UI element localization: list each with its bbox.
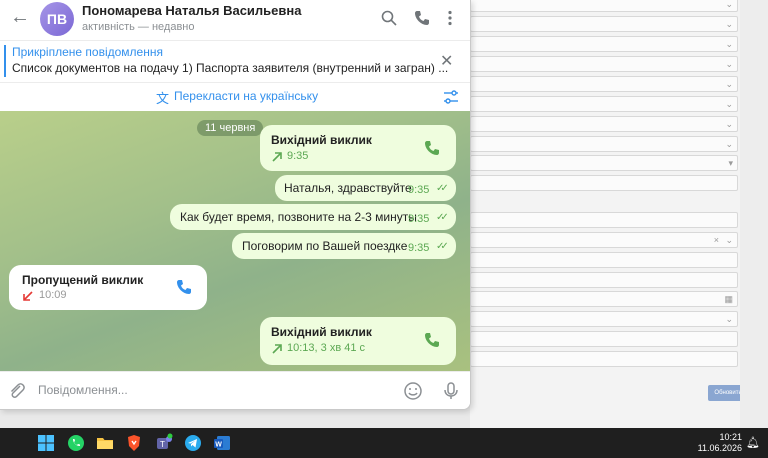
- call-bubble[interactable]: Пропущений виклик 10:09: [9, 265, 207, 310]
- pinned-text: Список документов на подачу 1) Паспорта …: [12, 61, 449, 75]
- message-text: Поговорим по Вашей поездке: [242, 239, 408, 253]
- form-field[interactable]: ⌄: [470, 16, 738, 32]
- form-field[interactable]: [470, 331, 738, 347]
- system-clock[interactable]: 10:21 11.06.2026: [698, 432, 742, 454]
- call-title: Пропущений виклик: [22, 273, 144, 287]
- form-field[interactable]: [470, 175, 738, 191]
- clock-time: 10:21: [719, 432, 742, 442]
- pinned-indicator: [4, 45, 6, 77]
- message-bubble[interactable]: Поговорим по Вашей поездке 9:35 ✓✓: [232, 233, 456, 259]
- call-title: Вихідний виклик: [271, 133, 372, 147]
- call-icon[interactable]: [413, 9, 431, 27]
- contact-status: активність — недавно: [82, 21, 195, 33]
- notification-bell-icon[interactable]: 🔔︎: [746, 436, 760, 449]
- page-scrollbar[interactable]: [740, 0, 768, 428]
- translate-bar: 文 Перекласти на українську: [0, 82, 470, 111]
- call-title: Вихідний виклик: [271, 325, 372, 339]
- whatsapp-icon[interactable]: [66, 433, 86, 453]
- form-field[interactable]: ⌄: [470, 96, 738, 112]
- form-field[interactable]: ⌄: [470, 116, 738, 132]
- search-icon[interactable]: [380, 9, 398, 27]
- form-field[interactable]: ▦: [470, 291, 738, 307]
- message-time: 9:35: [408, 242, 430, 254]
- form-field[interactable]: × ⌄: [470, 232, 738, 248]
- message-text: Наталья, здравствуйте: [284, 181, 412, 195]
- form-field[interactable]: ⌄: [470, 0, 738, 12]
- form-field[interactable]: ⌄: [470, 36, 738, 52]
- back-arrow-icon[interactable]: ←: [10, 7, 30, 28]
- form-field[interactable]: ⌄: [470, 136, 738, 152]
- message-list[interactable]: 11 червня Вихідний виклик 9:35 Наталья, …: [0, 111, 470, 371]
- form-field[interactable]: ⌄: [470, 76, 738, 92]
- pinned-message[interactable]: Прикріплене повідомлення Список документ…: [0, 40, 470, 83]
- read-checks-icon: ✓✓: [436, 241, 449, 252]
- form-field[interactable]: [470, 212, 738, 228]
- date-chip: 11 червня: [197, 120, 264, 136]
- microphone-icon[interactable]: [441, 381, 461, 401]
- call-bubble[interactable]: Вихідний виклик 9:35: [260, 125, 456, 171]
- emoji-icon[interactable]: [403, 381, 423, 401]
- avatar[interactable]: ПВ: [40, 2, 74, 36]
- phone-icon[interactable]: [423, 139, 441, 157]
- call-meta: 10:13, 3 хв 41 с: [287, 342, 366, 354]
- call-meta: 9:35: [287, 150, 309, 162]
- phone-icon[interactable]: [175, 278, 193, 296]
- message-composer: Повідомлення...: [0, 371, 470, 409]
- missed-call-arrow-icon: [23, 291, 33, 301]
- telegram-icon[interactable]: [183, 433, 203, 453]
- telegram-chat-window: ← ПВ Пономарева Наталья Васильевна актив…: [0, 0, 471, 410]
- read-checks-icon: ✓✓: [436, 212, 449, 223]
- call-meta: 10:09: [39, 289, 67, 301]
- form-field[interactable]: ⌄: [470, 311, 738, 327]
- translate-icon: 文: [156, 91, 170, 106]
- translate-button[interactable]: Перекласти на українську: [174, 89, 318, 103]
- attach-icon[interactable]: [7, 381, 27, 401]
- read-checks-icon: ✓✓: [436, 183, 449, 194]
- message-time: 9:35: [408, 213, 430, 225]
- form-field[interactable]: [470, 351, 738, 367]
- more-vertical-icon[interactable]: [441, 9, 459, 27]
- taskbar: T W 10:21 11.06.2026 🔔︎: [0, 428, 768, 458]
- settings-sliders-icon[interactable]: [443, 89, 459, 105]
- clock-date: 11.06.2026: [697, 443, 742, 453]
- message-bubble[interactable]: Наталья, здравствуйте 9:35 ✓✓: [275, 175, 456, 201]
- svg-text:T: T: [160, 440, 165, 449]
- message-input[interactable]: Повідомлення...: [38, 383, 128, 397]
- form-field[interactable]: ▾: [470, 155, 738, 171]
- form-field[interactable]: [470, 272, 738, 288]
- background-web-form: ⌄ ⌄ ⌄ ⌄ ⌄ ⌄ ⌄ ⌄ ▾ × ⌄ ▦ ⌄ Обновить: [470, 0, 768, 428]
- outgoing-arrow-icon: [272, 152, 282, 162]
- chat-header: ← ПВ Пономарева Наталья Васильевна актив…: [0, 0, 470, 40]
- close-icon[interactable]: ✕: [440, 51, 453, 71]
- word-icon[interactable]: W: [212, 433, 232, 453]
- pinned-title: Прикріплене повідомлення: [12, 45, 163, 59]
- call-bubble[interactable]: Вихідний виклик 10:13, 3 хв 41 с: [260, 317, 456, 365]
- form-field[interactable]: [470, 252, 738, 268]
- brave-browser-icon[interactable]: [124, 433, 144, 453]
- teams-icon[interactable]: T: [154, 433, 174, 453]
- form-field[interactable]: ⌄: [470, 56, 738, 72]
- phone-icon[interactable]: [423, 331, 441, 349]
- file-explorer-icon[interactable]: [95, 433, 115, 453]
- message-text: Как будет время, позвоните на 2-3 минуты: [180, 210, 417, 224]
- windows-start-icon[interactable]: [36, 433, 56, 453]
- outgoing-arrow-icon: [272, 344, 282, 354]
- contact-name[interactable]: Пономарева Наталья Васильевна: [82, 3, 301, 18]
- message-bubble[interactable]: Как будет время, позвоните на 2-3 минуты…: [170, 204, 456, 230]
- svg-text:W: W: [215, 442, 222, 449]
- message-time: 9:35: [408, 184, 430, 196]
